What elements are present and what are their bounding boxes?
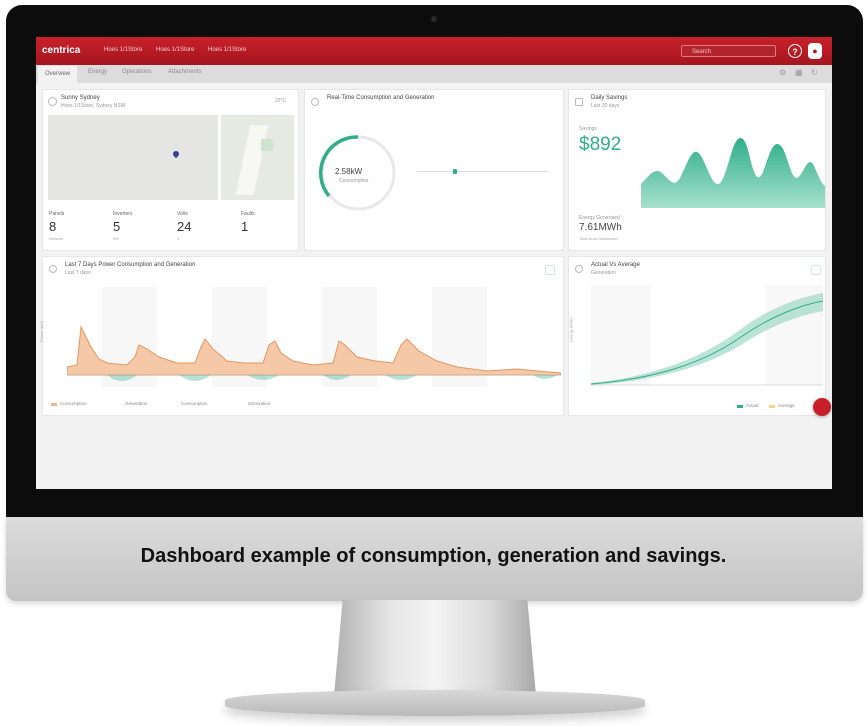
- generation-slider-thumb[interactable]: [453, 169, 457, 174]
- savings-icon: [575, 98, 583, 106]
- stat-value: 24: [177, 219, 192, 234]
- savings-title: Daily Savings: [591, 95, 628, 101]
- bolt-icon: [311, 98, 319, 106]
- gauge-value: 2.58kW: [335, 167, 363, 176]
- map-pin-icon[interactable]: [171, 149, 181, 159]
- legend-swatch: [51, 403, 57, 406]
- location-icon: [48, 97, 57, 106]
- tab-overview[interactable]: Overview: [38, 66, 78, 83]
- consumption-subtitle: Last 7 days: [65, 270, 91, 276]
- stat-label: Volts: [177, 211, 188, 217]
- caption: Dashboard example of consumption, genera…: [140, 545, 727, 567]
- legend-item[interactable]: Actual: [746, 403, 759, 408]
- trend-icon: [575, 265, 583, 273]
- expand-icon[interactable]: [545, 265, 555, 275]
- tab-operations[interactable]: Operations: [122, 69, 151, 75]
- camera-icon: [431, 16, 437, 22]
- chat-button[interactable]: [813, 398, 831, 416]
- park-area: [261, 139, 273, 151]
- y-axis-label: Power (kW): [38, 321, 44, 342]
- legend-item[interactable]: Generation: [248, 401, 270, 406]
- stat-value: 1: [241, 219, 249, 234]
- legend-item[interactable]: Generation: [125, 401, 147, 406]
- savings-card: Daily Savings Last 30 days Savings $892 …: [568, 89, 826, 251]
- forecast-chart: [591, 285, 823, 386]
- savings-area-chart: [641, 137, 825, 208]
- consumption-title: Last 7 Days Power Consumption and Genera…: [65, 262, 196, 268]
- monitor-stand: [333, 600, 537, 698]
- stat-label: Inverters: [113, 211, 133, 217]
- brand-logo[interactable]: centrica: [42, 45, 80, 56]
- weather-reading: 22°C: [275, 98, 287, 104]
- gauge-label: Consumption: [339, 178, 369, 184]
- savings-area: [641, 137, 825, 208]
- legend-swatch: [769, 405, 775, 408]
- forecast-title: Actual Vs Average: [591, 262, 640, 268]
- stat-unit: kW: [113, 236, 119, 241]
- site-subtitle: Hoes 1/1Store, Sydney NSW: [61, 103, 126, 109]
- savings-label: Savings: [579, 126, 597, 132]
- energy-subtitle: Total since installation: [579, 236, 618, 241]
- consumption-card: Last 7 Days Power Consumption and Genera…: [38, 256, 564, 416]
- energy-value: 7.61MWh: [579, 222, 622, 233]
- expand-icon[interactable]: [811, 265, 821, 275]
- stat-value: 5: [113, 219, 121, 234]
- stat-unit: Kilowatt: [49, 236, 64, 241]
- realtime-title: Real-Time Consumption and Generation: [327, 95, 435, 101]
- breadcrumb-item[interactable]: Hoes 1/1Store: [156, 47, 194, 53]
- monitor-base: [225, 690, 645, 716]
- savings-subtitle: Last 30 days: [591, 103, 620, 109]
- street-road: [235, 125, 269, 195]
- forecast-card: Actual Vs Average Generation Energy (kWh…: [568, 256, 826, 416]
- legend-item[interactable]: Consumption: [60, 401, 87, 406]
- energy-label: Energy Generated: [579, 215, 620, 221]
- legend-item[interactable]: Consumption: [181, 401, 208, 406]
- breadcrumb-item[interactable]: Hoes 1/1Store: [104, 47, 142, 53]
- user-icon[interactable]: ●: [808, 43, 822, 59]
- site-details-card: Sunny Sydney Hoes 1/1Store, Sydney NSW 2…: [42, 89, 299, 251]
- realtime-card: Real-Time Consumption and Generation 2.5…: [304, 89, 564, 251]
- tab-attachments[interactable]: Attachments: [168, 69, 201, 75]
- settings-icon[interactable]: ⚙: [779, 68, 786, 77]
- stat-label: Panels: [49, 211, 65, 217]
- street-view[interactable]: [221, 115, 294, 200]
- help-icon[interactable]: ?: [788, 44, 802, 58]
- calendar-icon[interactable]: ▦: [795, 68, 803, 77]
- savings-value: $892: [579, 134, 622, 155]
- stat-unit: V: [177, 236, 180, 241]
- breadcrumb-item[interactable]: Hoes 1/1Store: [208, 47, 246, 53]
- generation-slider-track[interactable]: [417, 171, 549, 172]
- y-axis-label: Energy (kWh): [568, 317, 574, 342]
- stat-label: Faults: [241, 211, 255, 217]
- forecast-subtitle: Generation: [591, 270, 616, 276]
- chart-icon: [49, 265, 57, 273]
- tab-bar: [36, 65, 832, 83]
- legend-item[interactable]: Average: [778, 403, 795, 408]
- stat-value: 8: [49, 219, 57, 234]
- search-input[interactable]: Search: [681, 45, 776, 57]
- refresh-icon[interactable]: ↻: [811, 68, 818, 77]
- site-map[interactable]: [48, 115, 218, 200]
- site-title: Sunny Sydney: [61, 95, 100, 101]
- period-band: [591, 285, 651, 385]
- dashboard-screen: centrica Hoes 1/1Store Hoes 1/1Store Hoe…: [36, 37, 832, 489]
- tab-energy[interactable]: Energy: [88, 69, 107, 75]
- consumption-chart: [67, 287, 561, 387]
- legend-swatch: [737, 405, 743, 408]
